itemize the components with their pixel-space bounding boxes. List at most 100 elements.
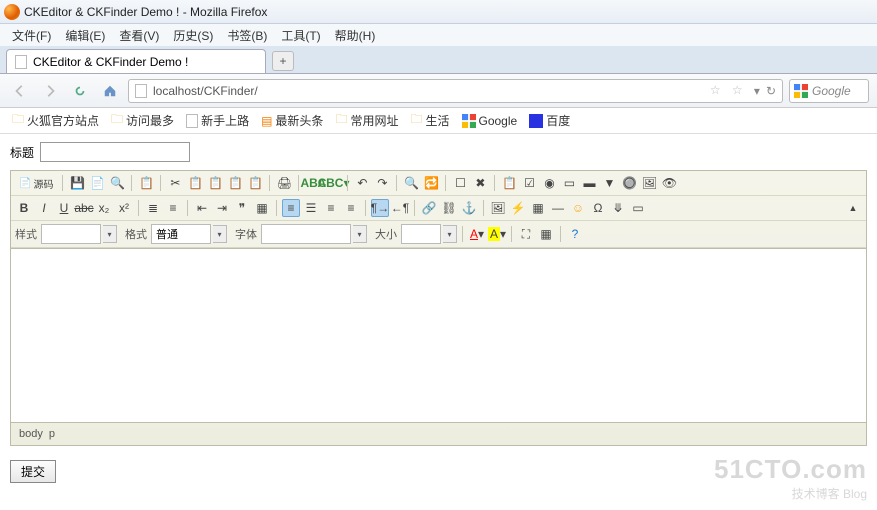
redo-icon[interactable]: ↷ — [373, 174, 391, 192]
textarea-icon[interactable]: ▬ — [580, 174, 598, 192]
maximize-icon[interactable]: ⛶ — [517, 225, 535, 243]
save-icon[interactable]: 💾 — [68, 174, 86, 192]
div-icon[interactable]: ▦ — [253, 199, 271, 217]
templates-icon[interactable]: 📋 — [137, 174, 155, 192]
menu-file[interactable]: 文件(F) — [6, 25, 57, 46]
collapse-icon[interactable]: ▲ — [844, 199, 862, 217]
imagebutton-icon[interactable]: 🖼 — [640, 174, 658, 192]
source-button[interactable]: 📄源码 — [15, 174, 57, 192]
underline-icon[interactable]: U — [55, 199, 73, 217]
preview-icon[interactable]: 🔍 — [108, 174, 126, 192]
blockquote-icon[interactable]: ❞ — [233, 199, 251, 217]
bookmark-star-icon[interactable]: ☆ — [732, 83, 748, 99]
menu-tools[interactable]: 工具(T) — [275, 25, 326, 46]
menu-view[interactable]: 查看(V) — [113, 25, 165, 46]
strike-icon[interactable]: abc — [75, 199, 93, 217]
path-body[interactable]: body — [19, 428, 43, 440]
new-tab-button[interactable]: + — [272, 51, 294, 71]
reload-button[interactable] — [68, 79, 92, 103]
select-all-icon[interactable]: ☐ — [451, 174, 469, 192]
format-combo[interactable]: 普通 — [151, 224, 211, 244]
iframe-icon[interactable]: ▭ — [629, 199, 647, 217]
form-icon[interactable]: 📋 — [500, 174, 518, 192]
size-dropdown-icon[interactable]: ▾ — [443, 225, 457, 243]
copy-icon[interactable]: 📋 — [186, 174, 204, 192]
textfield-icon[interactable]: ▭ — [560, 174, 578, 192]
url-dropdown-icon[interactable]: ▾ — [754, 84, 760, 98]
go-reload-icon[interactable]: ↻ — [766, 84, 776, 98]
rtl-icon[interactable]: ←¶ — [391, 199, 409, 217]
path-p[interactable]: p — [49, 428, 55, 440]
radio-icon[interactable]: ◉ — [540, 174, 558, 192]
ck-textarea[interactable] — [11, 249, 866, 422]
hidden-icon[interactable]: 👁 — [660, 174, 678, 192]
bookmark-item[interactable]: ▤最新头条 — [257, 110, 327, 131]
anchor-icon[interactable]: ⚓ — [460, 199, 478, 217]
outdent-icon[interactable]: ⇤ — [193, 199, 211, 217]
ck-editing-area[interactable] — [11, 248, 866, 423]
back-button[interactable] — [8, 79, 32, 103]
font-dropdown-icon[interactable]: ▾ — [353, 225, 367, 243]
unlink-icon[interactable]: ⛓ — [440, 199, 458, 217]
font-combo[interactable] — [261, 224, 351, 244]
bookmark-item[interactable]: 🗀常用网址 — [331, 108, 402, 133]
find-icon[interactable]: 🔍 — [402, 174, 420, 192]
menu-help[interactable]: 帮助(H) — [329, 25, 382, 46]
indent-icon[interactable]: ⇥ — [213, 199, 231, 217]
size-combo[interactable] — [401, 224, 441, 244]
link-icon[interactable]: 🔗 — [420, 199, 438, 217]
align-center-icon[interactable]: ☰ — [302, 199, 320, 217]
style-dropdown-icon[interactable]: ▾ — [103, 225, 117, 243]
select-icon[interactable]: ▼ — [600, 174, 618, 192]
paste-text-icon[interactable]: 📋 — [226, 174, 244, 192]
italic-icon[interactable]: I — [35, 199, 53, 217]
style-combo[interactable] — [41, 224, 101, 244]
text-color-icon[interactable]: A▾ — [468, 225, 486, 243]
menu-edit[interactable]: 编辑(E) — [59, 25, 111, 46]
replace-icon[interactable]: 🔁 — [422, 174, 440, 192]
superscript-icon[interactable]: x² — [115, 199, 133, 217]
checkbox-icon[interactable]: ☑ — [520, 174, 538, 192]
feed-icon[interactable]: ☆ — [710, 83, 726, 99]
menu-history[interactable]: 历史(S) — [167, 25, 219, 46]
title-input[interactable] — [40, 142, 190, 162]
format-dropdown-icon[interactable]: ▾ — [213, 225, 227, 243]
home-button[interactable] — [98, 79, 122, 103]
numbered-list-icon[interactable]: ≣ — [144, 199, 162, 217]
print-icon[interactable]: 🖨 — [275, 174, 293, 192]
button-icon[interactable]: 🔘 — [620, 174, 638, 192]
search-box[interactable]: Google — [789, 79, 869, 103]
table-icon[interactable]: ▦ — [529, 199, 547, 217]
show-blocks-icon[interactable]: ▦ — [537, 225, 555, 243]
pagebreak-icon[interactable]: ⤋ — [609, 199, 627, 217]
cut-icon[interactable]: ✂ — [166, 174, 184, 192]
new-page-icon[interactable]: 📄 — [88, 174, 106, 192]
scayt-icon[interactable]: ABC▾ — [324, 174, 342, 192]
align-right-icon[interactable]: ≡ — [322, 199, 340, 217]
remove-format-icon[interactable]: ✖ — [471, 174, 489, 192]
about-icon[interactable]: ? — [566, 225, 584, 243]
ltr-icon[interactable]: ¶→ — [371, 199, 389, 217]
subscript-icon[interactable]: x₂ — [95, 199, 113, 217]
paste-word-icon[interactable]: 📋 — [246, 174, 264, 192]
bookmark-item[interactable]: 百度 — [525, 110, 574, 131]
image-icon[interactable]: 🖼 — [489, 199, 507, 217]
align-left-icon[interactable]: ≡ — [282, 199, 300, 217]
undo-icon[interactable]: ↶ — [353, 174, 371, 192]
bg-color-icon[interactable]: A▾ — [488, 225, 506, 243]
bookmark-item[interactable]: Google — [458, 112, 522, 130]
bookmark-item[interactable]: 🗀访问最多 — [107, 108, 178, 133]
smiley-icon[interactable]: ☺ — [569, 199, 587, 217]
bulleted-list-icon[interactable]: ≡ — [164, 199, 182, 217]
bookmark-item[interactable]: 🗀火狐官方站点 — [8, 108, 103, 133]
submit-button[interactable]: 提交 — [10, 460, 56, 483]
hr-icon[interactable]: — — [549, 199, 567, 217]
menu-bookmarks[interactable]: 书签(B) — [221, 25, 273, 46]
bold-icon[interactable]: B — [15, 199, 33, 217]
forward-button[interactable] — [38, 79, 62, 103]
browser-tab[interactable]: CKEditor & CKFinder Demo ! — [6, 49, 266, 73]
bookmark-item[interactable]: 🗀生活 — [406, 108, 453, 133]
url-bar[interactable]: localhost/CKFinder/ ☆ ☆ ▾ ↻ — [128, 79, 783, 103]
paste-icon[interactable]: 📋 — [206, 174, 224, 192]
align-justify-icon[interactable]: ≡ — [342, 199, 360, 217]
